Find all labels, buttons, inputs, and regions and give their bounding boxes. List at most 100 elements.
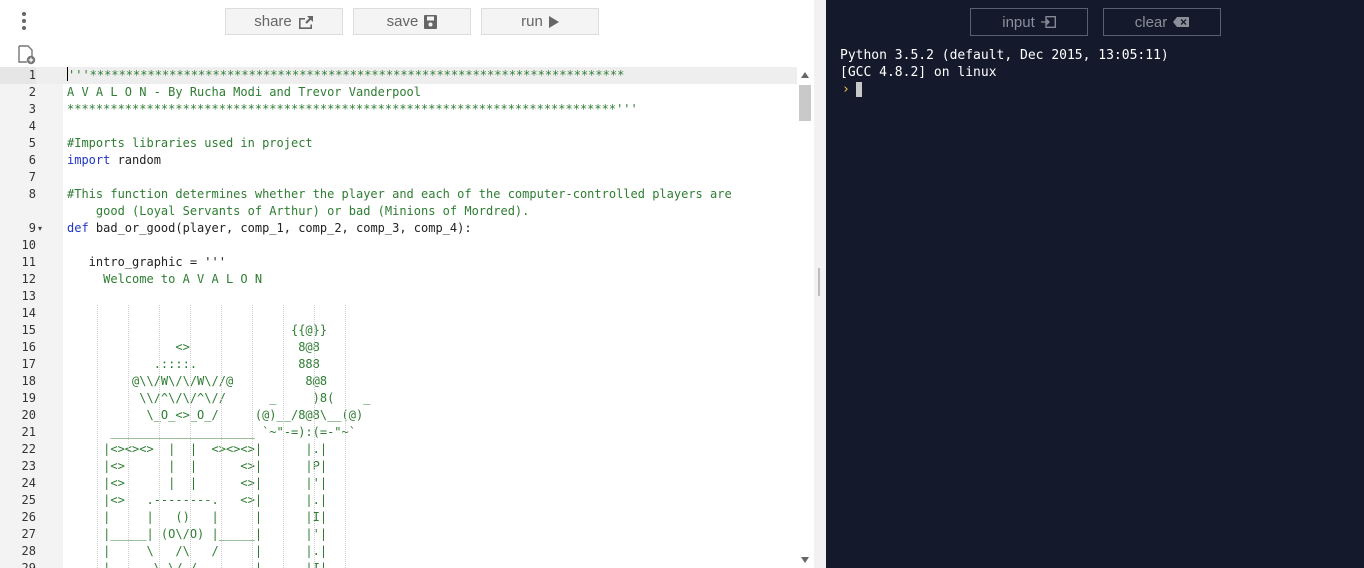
code-content: ____________________ `~"-=):(=-"~`	[67, 425, 356, 439]
code-text: |<> | | <>| |P|	[67, 458, 327, 475]
code-line[interactable]: 25 |<> .--------. <>| |.|	[0, 492, 797, 509]
code-line[interactable]: 14	[0, 305, 797, 322]
code-line[interactable]: 10	[0, 237, 797, 254]
code-line[interactable]: 24 |<> | | <>| |'|	[0, 475, 797, 492]
divider-grip[interactable]	[818, 268, 820, 296]
share-button[interactable]: share	[225, 8, 343, 35]
code-line[interactable]: 2 A V A L O N - By Rucha Modi and Trevor …	[0, 84, 797, 101]
line-number: 12	[21, 272, 36, 286]
code-line[interactable]: 1 '''************************************…	[0, 67, 797, 84]
save-button[interactable]: save	[353, 8, 471, 35]
line-number: 24	[21, 476, 36, 490]
line-number: 7	[28, 170, 36, 184]
clear-button[interactable]: clear	[1103, 8, 1221, 36]
share-icon	[298, 15, 313, 29]
code-content: |<> | | <>| |P|	[67, 459, 328, 473]
code-line[interactable]: 13	[0, 288, 797, 305]
scrollbar-thumb[interactable]	[799, 85, 811, 121]
code-line[interactable]: 8 #This function determines whether the p…	[0, 186, 797, 203]
code-content: intro_graphic = '''	[67, 255, 226, 269]
code-content: @\\/W\/\/W\//@ 8@8	[67, 374, 328, 388]
code-content: | \ /\ / | |.|	[67, 544, 328, 558]
fold-arrow-icon[interactable]: ▾	[38, 220, 42, 237]
code-line[interactable]: 12 Welcome to A V A L O N	[0, 271, 797, 288]
menu-kebab-icon[interactable]	[20, 12, 28, 32]
line-number: 16	[21, 340, 36, 354]
code-line[interactable]: 15 {{@}}	[0, 322, 797, 339]
save-button-label: save	[386, 13, 419, 30]
code-line[interactable]: 22 |<><><> | | <><><>| |.|	[0, 441, 797, 458]
line-number: 6	[28, 153, 36, 167]
line-number: 4	[28, 119, 36, 133]
input-icon	[1040, 16, 1056, 28]
code-area[interactable]: 1 '''************************************…	[0, 67, 797, 568]
code-text: <> 8@8	[67, 339, 320, 356]
code-content: \\/^\/\/^\// _ )8( _	[67, 391, 371, 405]
code-text: |<> | | <>| |'|	[67, 475, 327, 492]
editor-scrollbar[interactable]	[797, 67, 814, 568]
code-line[interactable]: 21 ____________________ `~"-=):(=-"~`	[0, 424, 797, 441]
code-text: ****************************************…	[67, 101, 638, 118]
indent-guide	[128, 305, 129, 568]
code-line[interactable]: 3 ***************************************…	[0, 101, 797, 118]
code-line[interactable]: 9 ▾ def bad_or_good(player, comp_1, comp_2…	[0, 220, 797, 237]
code-text: |<> .--------. <>| |.|	[67, 492, 327, 509]
code-line[interactable]: 28 | \ /\ / | |.|	[0, 543, 797, 560]
input-button[interactable]: input	[970, 8, 1088, 36]
code-line[interactable]: 18 @\\/W\/\/W\//@ 8@8	[0, 373, 797, 390]
code-text: |<><><> | | <><><>| |.|	[67, 441, 327, 458]
code-rest: random	[110, 153, 161, 167]
code-line[interactable]: 19 \\/^\/\/^\// _ )8( _	[0, 390, 797, 407]
code-line[interactable]: 6 import random	[0, 152, 797, 169]
code-line[interactable]: 7	[0, 169, 797, 186]
console-line: [GCC 4.8.2] on linux	[840, 65, 997, 80]
code-rest: bad_or_good(player, comp_1, comp_2, comp…	[88, 221, 472, 235]
console-cursor[interactable]	[856, 82, 862, 97]
line-number: 9	[28, 221, 36, 235]
code-line[interactable]: 23 |<> | | <>| |P|	[0, 458, 797, 475]
code-content: #Imports libraries used in project	[67, 136, 313, 150]
line-number: 19	[21, 391, 36, 405]
code-content: '''*************************************…	[68, 68, 625, 82]
line-number: 10	[21, 238, 36, 252]
code-line[interactable]: good (Loyal Servants of Arthur) or bad (…	[0, 203, 797, 220]
code-text: ____________________ `~"-=):(=-"~`	[67, 424, 356, 441]
scroll-up-arrow-icon[interactable]	[801, 72, 809, 78]
code-text: #Imports libraries used in project	[67, 135, 313, 152]
code-text: A V A L O N - By Rucha Modi and Trevor V…	[67, 84, 421, 101]
run-button[interactable]: run	[481, 8, 599, 35]
code-line[interactable]: 27 |_____| (O\/O) |_____| |'|	[0, 526, 797, 543]
backspace-icon	[1173, 17, 1190, 27]
code-content: ****************************************…	[67, 102, 638, 116]
line-number: 1	[0, 67, 36, 84]
code-line[interactable]: 4	[0, 118, 797, 135]
scroll-down-arrow-icon[interactable]	[801, 557, 809, 563]
indent-guide	[252, 305, 253, 568]
code-line[interactable]: 11 intro_graphic = '''	[0, 254, 797, 271]
code-line[interactable]: 29 | \ \/ / | |I|	[0, 560, 797, 568]
code-line[interactable]: 20 \_O_<>_O_/ (@)__/8@8\__(@)	[0, 407, 797, 424]
code-content: | | () | | |I|	[67, 510, 328, 524]
line-number: 26	[21, 510, 36, 524]
pane-divider[interactable]	[814, 0, 826, 568]
code-text: def bad_or_good(player, comp_1, comp_2, …	[67, 220, 472, 237]
code-text: | \ \/ / | |I|	[67, 560, 327, 568]
save-icon	[424, 14, 438, 29]
share-button-label: share	[254, 13, 292, 30]
code-line[interactable]: 16 <> 8@8	[0, 339, 797, 356]
code-line[interactable]: 26 | | () | | |I|	[0, 509, 797, 526]
new-file-icon[interactable]	[18, 45, 36, 65]
code-line[interactable]: 5 #Imports libraries used in project	[0, 135, 797, 152]
code-text: | \ /\ / | |.|	[67, 543, 327, 560]
line-number: 8	[28, 187, 36, 201]
indent-guide	[283, 305, 284, 568]
code-content: <> 8@8	[67, 340, 320, 354]
indent-guide	[345, 305, 346, 568]
console-pane: input clear Python 3.5.2 (default, Dec 2…	[826, 0, 1364, 568]
code-line[interactable]: 17 .::::. 888	[0, 356, 797, 373]
play-icon	[548, 15, 559, 28]
line-number: 11	[21, 255, 36, 269]
code-content: |_____| (O\/O) |_____| |'|	[67, 527, 328, 541]
indent-guide	[159, 305, 160, 568]
line-number: 27	[21, 527, 36, 541]
